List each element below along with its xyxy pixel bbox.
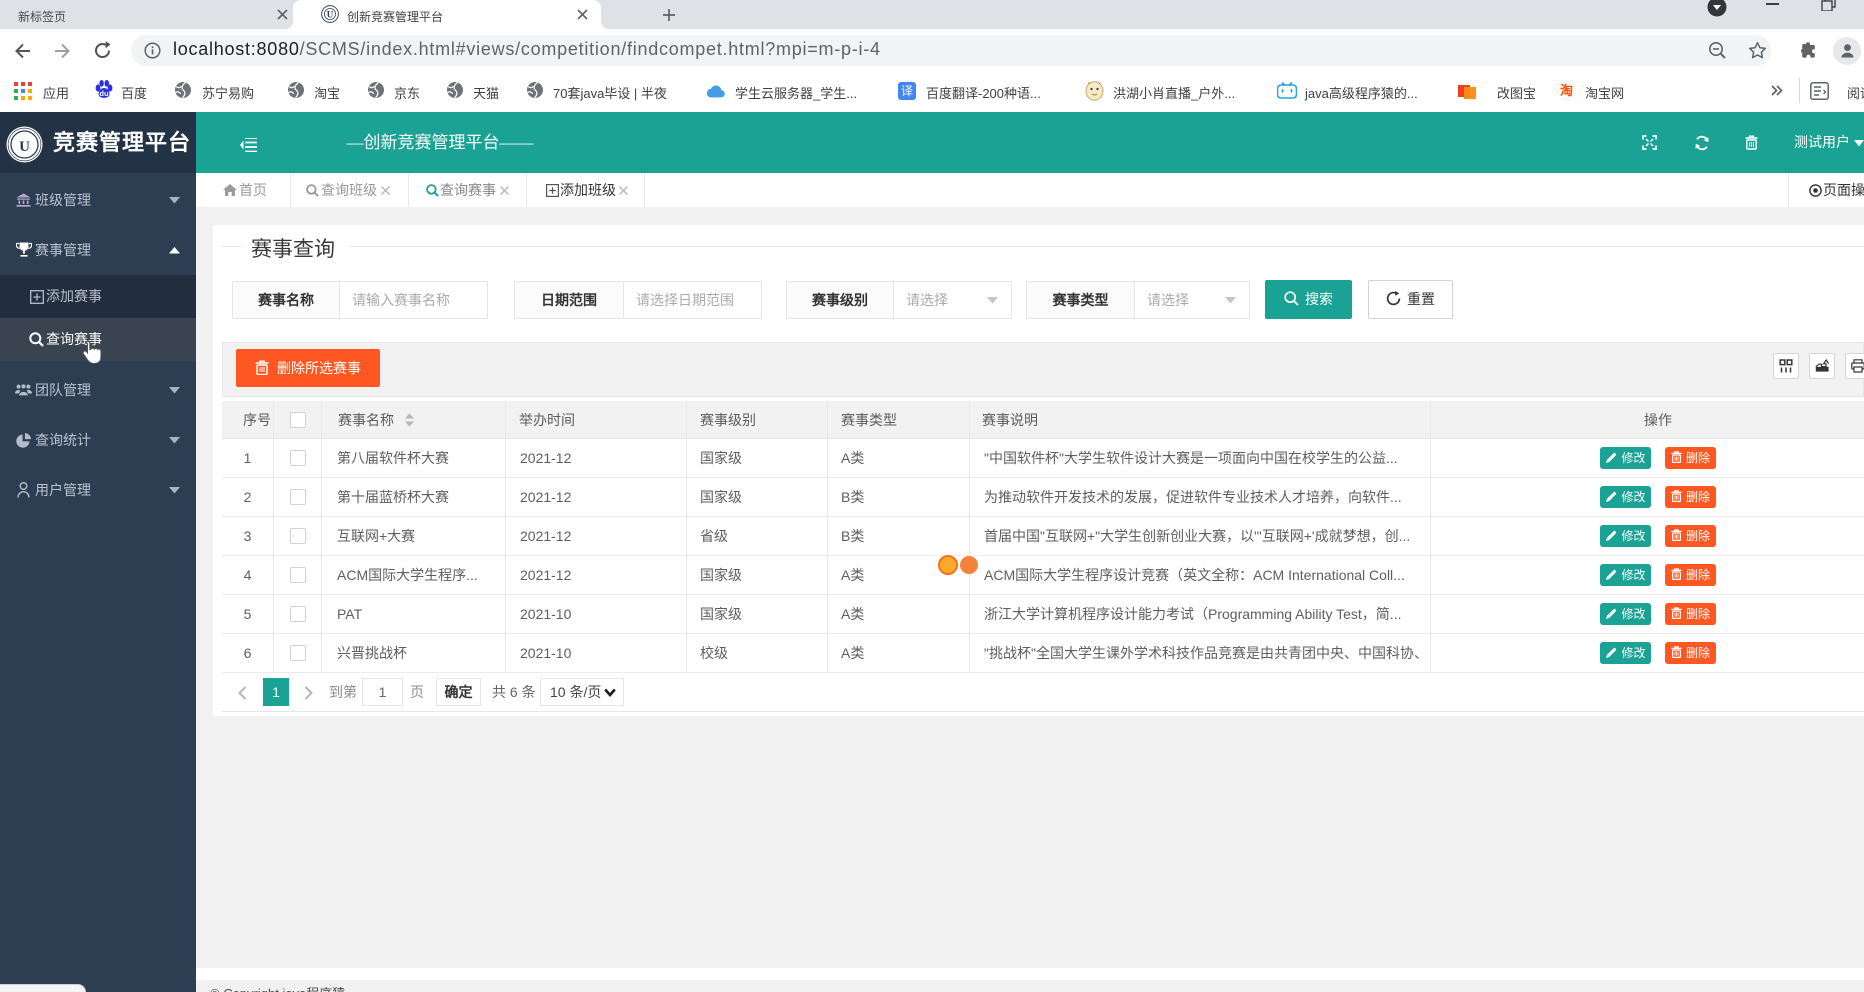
svg-text:du: du <box>99 89 109 98</box>
svg-text:U: U <box>19 139 30 155</box>
svg-text:U: U <box>327 9 334 19</box>
